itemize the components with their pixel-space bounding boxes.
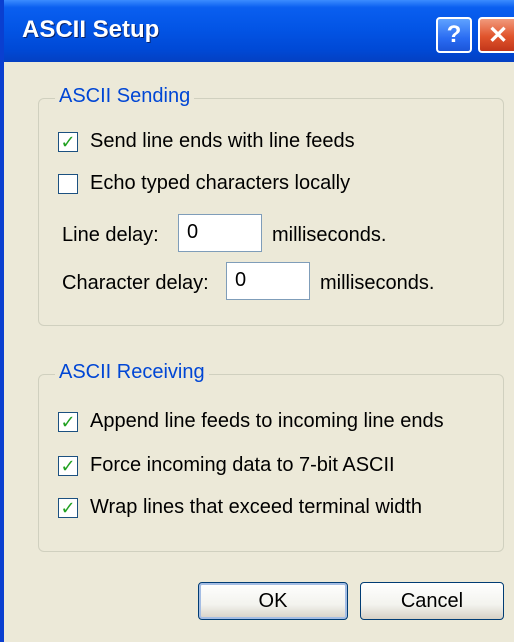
char-delay-label: Character delay: bbox=[62, 272, 209, 294]
echo-typed-row[interactable]: Echo typed characters locally bbox=[58, 172, 350, 195]
window-title: ASCII Setup bbox=[22, 16, 160, 43]
line-delay-label: Line delay: bbox=[62, 224, 159, 246]
wrap-lines-checkbox[interactable]: ✓ bbox=[58, 497, 78, 518]
close-button[interactable]: ✕ bbox=[478, 17, 514, 53]
force-7bit-row[interactable]: ✓ Force incoming data to 7-bit ASCII bbox=[58, 454, 395, 477]
check-mark-icon: ✓ bbox=[60, 411, 76, 432]
echo-typed-label: Echo typed characters locally bbox=[90, 172, 351, 194]
cancel-button[interactable]: Cancel bbox=[360, 582, 504, 620]
check-mark-icon: ✓ bbox=[60, 497, 76, 518]
wrap-lines-row[interactable]: ✓ Wrap lines that exceed terminal width bbox=[58, 496, 422, 519]
force-7bit-checkbox[interactable]: ✓ bbox=[58, 455, 78, 476]
question-mark-icon: ? bbox=[446, 21, 462, 48]
char-delay-input[interactable]: 0 bbox=[226, 262, 310, 300]
send-line-ends-row[interactable]: ✓ Send line ends with line feeds bbox=[58, 130, 355, 153]
ascii-receiving-title: ASCII Receiving bbox=[55, 361, 209, 384]
check-mark-icon: ✓ bbox=[60, 455, 76, 476]
wrap-lines-label: Wrap lines that exceed terminal width bbox=[90, 496, 423, 518]
append-line-feeds-row[interactable]: ✓ Append line feeds to incoming line end… bbox=[58, 410, 444, 433]
send-line-ends-checkbox[interactable]: ✓ bbox=[58, 131, 78, 152]
help-button[interactable]: ? bbox=[436, 17, 472, 53]
line-delay-unit: milliseconds. bbox=[272, 224, 387, 246]
ok-button[interactable]: OK bbox=[198, 582, 348, 620]
dialog-window: ASCII Setup ? ✕ ASCII Sending ✓ Send lin… bbox=[0, 0, 514, 642]
char-delay-unit: milliseconds. bbox=[320, 272, 435, 294]
check-mark-icon: ✓ bbox=[60, 131, 76, 152]
ascii-sending-title: ASCII Sending bbox=[55, 85, 195, 108]
echo-typed-checkbox[interactable] bbox=[58, 173, 78, 194]
close-icon: ✕ bbox=[487, 21, 509, 49]
force-7bit-label: Force incoming data to 7-bit ASCII bbox=[90, 454, 395, 476]
append-line-feeds-checkbox[interactable]: ✓ bbox=[58, 411, 78, 432]
title-bar[interactable]: ASCII Setup ? ✕ bbox=[4, 0, 514, 62]
append-line-feeds-label: Append line feeds to incoming line ends bbox=[90, 410, 444, 432]
line-delay-input[interactable]: 0 bbox=[178, 214, 262, 252]
send-line-ends-label: Send line ends with line feeds bbox=[90, 130, 355, 152]
